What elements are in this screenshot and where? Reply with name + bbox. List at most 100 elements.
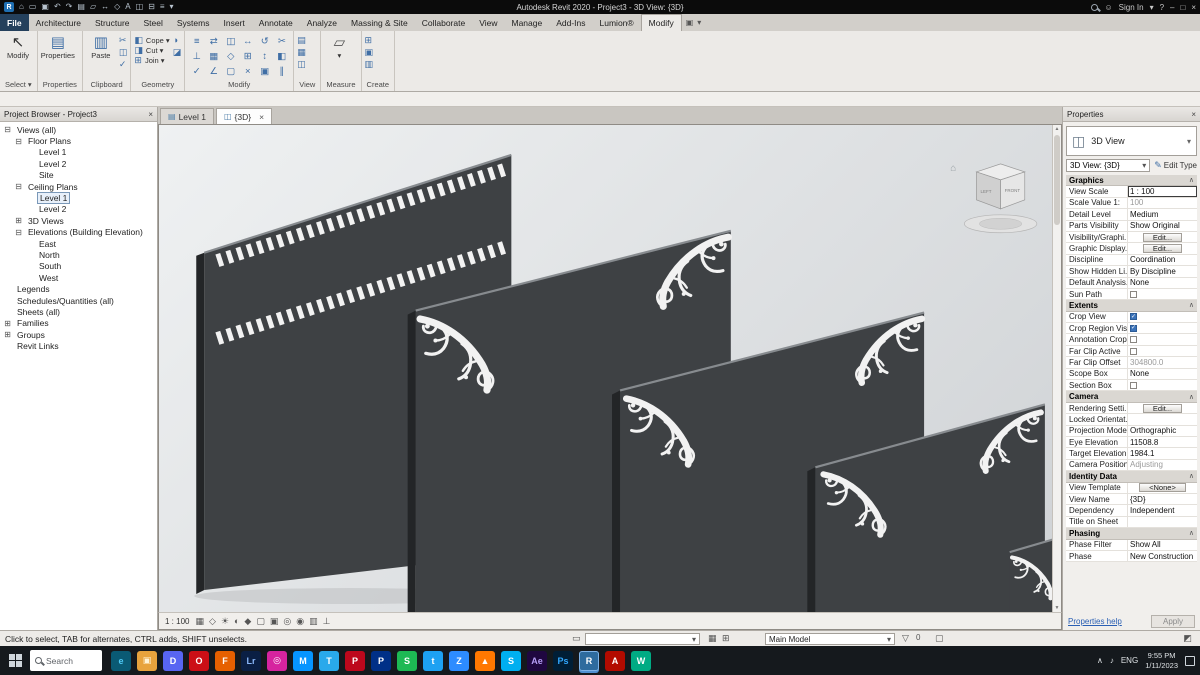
- paste-button[interactable]: ▥ Paste: [86, 32, 116, 60]
- link-icon[interactable]: ⊞: [722, 633, 730, 644]
- property-value[interactable]: 11508.8: [1128, 437, 1197, 447]
- ribbon-tab-lumion[interactable]: Lumion®: [593, 14, 641, 31]
- taskbar-app-photoshop[interactable]: Ps: [553, 650, 573, 671]
- tree-expander-icon[interactable]: ⊟: [14, 182, 23, 191]
- offset-icon[interactable]: ⇄: [205, 34, 222, 49]
- tree-item-north[interactable]: North: [0, 249, 157, 260]
- property-value[interactable]: None: [1128, 369, 1197, 379]
- create-group-icon[interactable]: ⊞: [365, 36, 374, 45]
- measure-angle-icon[interactable]: ∠: [205, 64, 222, 79]
- ribbon-collapse-icon[interactable]: ▾: [697, 18, 701, 27]
- apply-button[interactable]: Apply: [1150, 615, 1195, 628]
- mirror-icon[interactable]: ◫: [222, 34, 239, 49]
- property-value[interactable]: Show Original: [1128, 221, 1197, 231]
- taskbar-app-skype[interactable]: S: [501, 650, 521, 671]
- ribbon-tab-systems[interactable]: Systems: [170, 14, 217, 31]
- checkbox[interactable]: [1130, 381, 1137, 389]
- property-value[interactable]: ✓: [1128, 323, 1197, 333]
- close-button[interactable]: ×: [1191, 3, 1196, 12]
- view-tab-3d[interactable]: ◫ {3D} ×: [215, 108, 273, 124]
- ribbon-tab-add-ins[interactable]: Add-Ins: [549, 14, 592, 31]
- section-header-graphics[interactable]: Graphics ∧: [1066, 175, 1197, 187]
- section-header-phasing[interactable]: Phasing ∧: [1066, 528, 1197, 540]
- property-value[interactable]: [1128, 346, 1197, 356]
- redo-icon[interactable]: ↷: [66, 3, 73, 11]
- panel-label-properties[interactable]: Properties: [41, 80, 79, 91]
- tree-expander-icon[interactable]: ⊞: [3, 330, 12, 339]
- tree-item-south[interactable]: South: [0, 261, 157, 272]
- constraints-icon[interactable]: ⊥: [323, 616, 331, 626]
- property-value[interactable]: New Construction: [1128, 551, 1197, 561]
- visual-style-icon[interactable]: ◇: [209, 616, 216, 626]
- section-header-extents[interactable]: Extents ∧: [1066, 300, 1197, 312]
- property-value[interactable]: [1128, 289, 1197, 299]
- panel-label-geometry[interactable]: Geometry: [134, 80, 181, 91]
- workspaces-dropdown-icon[interactable]: ▾: [1150, 3, 1154, 12]
- edit-button[interactable]: Edit...: [1142, 232, 1183, 242]
- language-indicator[interactable]: ENG: [1121, 656, 1138, 665]
- taskbar-app-pinterest[interactable]: P: [345, 650, 365, 671]
- sound-icon[interactable]: ♪: [1110, 656, 1114, 665]
- tag-icon[interactable]: ◇: [114, 3, 120, 11]
- maximize-button[interactable]: □: [1180, 3, 1185, 12]
- panel-label-modify[interactable]: Modify: [188, 80, 290, 91]
- rotate-icon[interactable]: ↺: [256, 34, 273, 49]
- tree-expander-icon[interactable]: ⊞: [3, 319, 12, 328]
- taskbar-app-telegram[interactable]: T: [319, 650, 339, 671]
- taskbar-app-instagram[interactable]: ◎: [267, 650, 287, 671]
- taskbar-app-twitter[interactable]: t: [423, 650, 443, 671]
- ribbon-tab-massing-site[interactable]: Massing & Site: [344, 14, 415, 31]
- ribbon-tab-file[interactable]: File: [0, 14, 29, 31]
- split-face-icon[interactable]: ◪: [173, 48, 182, 57]
- edit-type-button[interactable]: ✎ Edit Type: [1154, 161, 1197, 171]
- property-value[interactable]: <None>: [1128, 483, 1197, 493]
- taskbar-app-lightroom[interactable]: Lr: [241, 650, 261, 671]
- scrollbar-thumb[interactable]: [1054, 135, 1060, 225]
- shadows-icon[interactable]: ◐: [234, 616, 239, 626]
- taskbar-app-paypal[interactable]: P: [371, 650, 391, 671]
- pin-icon[interactable]: ▢: [222, 64, 239, 79]
- ribbon-tab-view[interactable]: View: [472, 14, 504, 31]
- properties-button[interactable]: ▤ Properties: [41, 32, 75, 60]
- temporary-hide-isolate-icon[interactable]: ◎: [283, 616, 291, 626]
- ribbon-tab-insert[interactable]: Insert: [216, 14, 251, 31]
- thin-lines-icon[interactable]: ≡: [160, 3, 165, 11]
- customize-qat-icon[interactable]: ▾: [170, 3, 174, 11]
- tree-item-floor-plans[interactable]: ⊟ Floor Plans: [0, 135, 157, 146]
- open-file-icon[interactable]: ▭: [29, 3, 37, 11]
- wall-joins-icon[interactable]: ∥: [273, 64, 290, 79]
- tree-item-legends[interactable]: Legends: [0, 283, 157, 294]
- property-value[interactable]: [1128, 517, 1197, 527]
- ribbon-tab-analyze[interactable]: Analyze: [300, 14, 344, 31]
- view-filter-dropdown[interactable]: 3D View: {3D} ▾: [1066, 159, 1151, 172]
- tree-item-level-1[interactable]: Level 1: [0, 192, 157, 205]
- property-value[interactable]: ✓: [1128, 312, 1197, 322]
- cut-geometry-icon[interactable]: ◧: [273, 49, 290, 64]
- type-selector[interactable]: ◫ 3D View ▾: [1066, 126, 1197, 156]
- taskbar-app-messenger[interactable]: M: [293, 650, 313, 671]
- load-family-icon[interactable]: ▥: [365, 60, 374, 69]
- section-icon[interactable]: ⊟: [148, 3, 155, 11]
- taskbar-app-webex[interactable]: W: [631, 650, 651, 671]
- detail-level-icon[interactable]: ▦: [195, 616, 204, 626]
- print-icon[interactable]: ▤: [77, 3, 85, 11]
- copy-to-clipboard-icon[interactable]: ◫: [119, 48, 128, 57]
- taskbar-app-vlc[interactable]: ▲: [475, 650, 495, 671]
- section-header-identity-data[interactable]: Identity Data ∧: [1066, 471, 1197, 483]
- tree-item-families[interactable]: ⊞ Families: [0, 318, 157, 329]
- align-icon[interactable]: ≡: [188, 34, 205, 49]
- ribbon-tab-architecture[interactable]: Architecture: [29, 14, 88, 31]
- worksets-icon[interactable]: ▭: [572, 633, 581, 644]
- tree-item-ceiling-plans[interactable]: ⊟ Ceiling Plans: [0, 181, 157, 192]
- tree-expander-icon[interactable]: ⊞: [14, 216, 23, 225]
- ribbon-tab-steel[interactable]: Steel: [137, 14, 170, 31]
- delete-icon[interactable]: ×: [239, 64, 256, 79]
- checkbox[interactable]: [1130, 290, 1137, 298]
- join-button[interactable]: ⊞ Join ▾: [134, 56, 169, 66]
- drawing-area[interactable]: ⌂ LEFT FRONT ▲ ▼: [158, 124, 1062, 612]
- close-icon[interactable]: ×: [1191, 110, 1196, 119]
- array-icon[interactable]: ▦: [205, 49, 222, 64]
- text-icon[interactable]: A: [125, 3, 130, 11]
- panel-label-view[interactable]: View: [297, 80, 317, 91]
- tree-item-revit-links[interactable]: Revit Links: [0, 340, 157, 351]
